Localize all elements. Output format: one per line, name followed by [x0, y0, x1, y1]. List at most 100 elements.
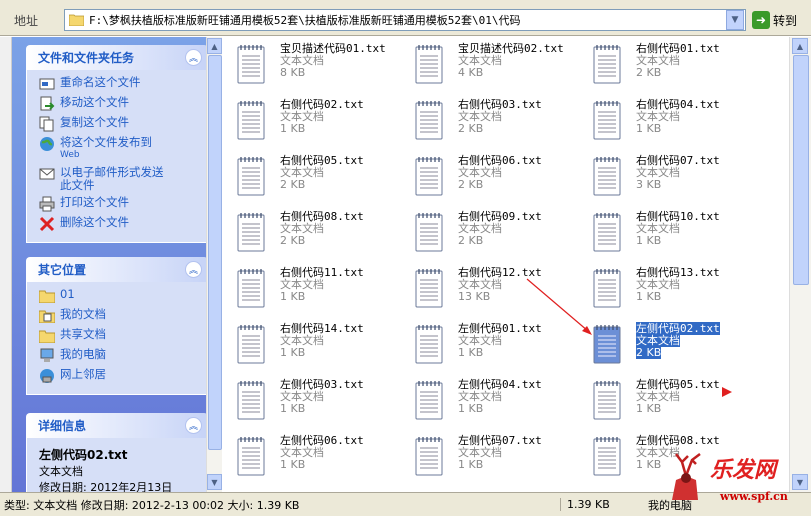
file-item[interactable]: 左侧代码02.txt 文本文档 2 KB: [578, 319, 750, 371]
file-size: 1 KB: [280, 122, 306, 135]
text-file-icon: [592, 212, 622, 252]
file-size: 4 KB: [458, 66, 484, 79]
file-item[interactable]: 左侧代码05.txt 文本文档 1 KB: [578, 375, 750, 427]
text-file-icon: [414, 44, 444, 84]
file-size: 1 KB: [636, 402, 662, 415]
delete-icon: [39, 216, 55, 232]
task-pane: 文件和文件夹任务 ︽ 重命名这个文件 移动这个文件 复制这个文件 将这个文件发布…: [12, 37, 206, 492]
file-item[interactable]: 左侧代码06.txt 文本文档 1 KB: [222, 431, 394, 483]
file-size: 1 KB: [458, 346, 484, 359]
file-size: 1 KB: [458, 402, 484, 415]
text-file-icon: [236, 156, 266, 196]
file-item[interactable]: 宝贝描述代码01.txt 文本文档 8 KB: [222, 39, 394, 91]
go-button[interactable]: ➜ 转到: [752, 9, 808, 31]
details-header[interactable]: 详细信息 ︽: [26, 413, 206, 438]
file-item[interactable]: 右侧代码08.txt 文本文档 2 KB: [222, 207, 394, 259]
file-size: 1 KB: [458, 458, 484, 471]
text-file-icon: [414, 212, 444, 252]
globe-icon: [39, 136, 55, 152]
go-label: 转到: [773, 13, 798, 28]
scroll-up-icon[interactable]: ▲: [207, 38, 222, 54]
rename-icon: [39, 76, 55, 92]
folder-icon: [39, 328, 55, 344]
scroll-down-icon[interactable]: ▼: [207, 474, 222, 490]
task-rename[interactable]: 重命名这个文件: [39, 74, 201, 94]
watermark-url: www.spf.cn: [720, 490, 788, 503]
file-item[interactable]: 左侧代码03.txt 文本文档 1 KB: [222, 375, 394, 427]
text-file-icon: [236, 324, 266, 364]
text-file-icon: [414, 324, 444, 364]
place-folder-01[interactable]: 01: [39, 286, 201, 306]
address-dropdown-button[interactable]: ▼: [726, 10, 744, 30]
task-move[interactable]: 移动这个文件: [39, 94, 201, 114]
file-item[interactable]: 右侧代码02.txt 文本文档 1 KB: [222, 95, 394, 147]
collapse-icon[interactable]: ︽: [185, 49, 202, 66]
background-window-edge: [0, 37, 12, 492]
place-my-documents[interactable]: 我的文档: [39, 306, 201, 326]
file-size: 2 KB: [458, 122, 484, 135]
file-size: 8 KB: [280, 66, 306, 79]
watermark: 乐发网 www.spf.cn: [650, 448, 808, 512]
file-item[interactable]: 右侧代码12.txt 文本文档 13 KB: [400, 263, 572, 315]
file-item[interactable]: 左侧代码01.txt 文本文档 1 KB: [400, 319, 572, 371]
file-item[interactable]: 右侧代码01.txt 文本文档 2 KB: [578, 39, 750, 91]
file-item[interactable]: 右侧代码10.txt 文本文档 1 KB: [578, 207, 750, 259]
file-item[interactable]: 右侧代码04.txt 文本文档 1 KB: [578, 95, 750, 147]
place-shared-documents[interactable]: 共享文档: [39, 326, 201, 346]
file-item[interactable]: 右侧代码03.txt 文本文档 2 KB: [400, 95, 572, 147]
file-item[interactable]: 左侧代码04.txt 文本文档 1 KB: [400, 375, 572, 427]
text-file-icon: [414, 156, 444, 196]
file-tasks-header[interactable]: 文件和文件夹任务 ︽: [26, 45, 206, 70]
scroll-up-icon[interactable]: ▲: [792, 38, 808, 54]
file-grid: 宝贝描述代码01.txt 文本文档 8 KB 宝贝描述代码02.txt 文本文档 4 KB…: [222, 37, 789, 492]
file-tasks-panel: 文件和文件夹任务 ︽ 重命名这个文件 移动这个文件 复制这个文件 将这个文件发布…: [26, 45, 206, 243]
place-network[interactable]: 网上邻居: [39, 366, 201, 386]
task-print[interactable]: 打印这个文件: [39, 194, 201, 214]
status-size: 1.39 KB: [560, 498, 630, 511]
task-publish-web[interactable]: 将这个文件发布到 Web: [39, 134, 201, 164]
collapse-icon[interactable]: ︽: [185, 261, 202, 278]
file-list-scrollbar[interactable]: ▲ ▼: [789, 37, 811, 492]
file-size: 13 KB: [458, 290, 491, 303]
text-file-icon: [236, 44, 266, 84]
address-input[interactable]: F:\梦枫扶植版标准版新旺铺通用模板52套\扶植版标准版新旺铺通用模板52套\0…: [64, 9, 746, 31]
file-size: 2 KB: [280, 178, 306, 191]
file-item[interactable]: 右侧代码07.txt 文本文档 3 KB: [578, 151, 750, 203]
file-size: 2 KB: [458, 234, 484, 247]
text-file-icon: [414, 268, 444, 308]
text-file-icon: [236, 268, 266, 308]
scroll-thumb[interactable]: [208, 55, 222, 450]
status-details: 类型: 文本文档 修改日期: 2012-2-13 00:02 大小: 1.39 …: [4, 498, 300, 512]
file-item[interactable]: 右侧代码13.txt 文本文档 1 KB: [578, 263, 750, 315]
file-item[interactable]: 右侧代码14.txt 文本文档 1 KB: [222, 319, 394, 371]
other-places-title: 其它位置: [38, 263, 87, 277]
details-file-name: 左侧代码02.txt: [39, 448, 128, 462]
place-my-computer[interactable]: 我的电脑: [39, 346, 201, 366]
task-pane-scrollbar[interactable]: ▲ ▼: [206, 37, 222, 492]
address-label: 地址: [14, 14, 39, 28]
file-size: 2 KB: [280, 234, 306, 247]
file-size: 1 KB: [280, 290, 306, 303]
file-item[interactable]: 宝贝描述代码02.txt 文本文档 4 KB: [400, 39, 572, 91]
task-email[interactable]: 以电子邮件形式发送 此文件: [39, 164, 201, 194]
scroll-thumb[interactable]: [793, 55, 809, 285]
file-tasks-list: 重命名这个文件 移动这个文件 复制这个文件 将这个文件发布到 Web 以电子邮件形…: [26, 70, 206, 243]
file-size: 1 KB: [280, 402, 306, 415]
details-modified: 修改日期: 2012年2月13日: [39, 481, 173, 492]
file-item[interactable]: 右侧代码06.txt 文本文档 2 KB: [400, 151, 572, 203]
address-bar: 地址 F:\梦枫扶植版标准版新旺铺通用模板52套\扶植版标准版新旺铺通用模板52…: [0, 0, 811, 36]
file-item[interactable]: 右侧代码09.txt 文本文档 2 KB: [400, 207, 572, 259]
file-item[interactable]: 右侧代码11.txt 文本文档 1 KB: [222, 263, 394, 315]
text-file-icon: [592, 324, 622, 364]
file-tasks-title: 文件和文件夹任务: [38, 51, 135, 65]
file-size: 1 KB: [280, 346, 306, 359]
task-copy[interactable]: 复制这个文件: [39, 114, 201, 134]
file-item[interactable]: 右侧代码05.txt 文本文档 2 KB: [222, 151, 394, 203]
other-places-header[interactable]: 其它位置 ︽: [26, 257, 206, 282]
folder-icon: [69, 14, 84, 26]
task-delete[interactable]: 删除这个文件: [39, 214, 201, 234]
file-item[interactable]: 左侧代码07.txt 文本文档 1 KB: [400, 431, 572, 483]
text-file-icon: [236, 436, 266, 476]
file-size: 1 KB: [636, 122, 662, 135]
collapse-icon[interactable]: ︽: [185, 417, 202, 434]
